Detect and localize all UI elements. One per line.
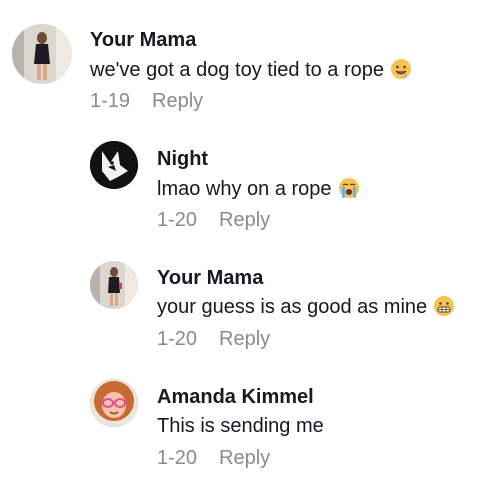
reply-button[interactable]: Reply [219,328,270,350]
reply-button[interactable]: Reply [152,90,203,112]
avatar[interactable] [90,379,138,427]
comment-author[interactable]: Your Mama [90,28,196,52]
comment-text-content: your guess is as good as mine [157,296,428,318]
avatar[interactable] [90,141,138,189]
cartoon-avatar-icon [90,379,138,427]
comment-date: 1-19 [90,90,131,112]
avatar[interactable] [12,24,72,84]
avatar-photo-icon [12,24,72,84]
comment-date: 1-20 [157,328,198,350]
comment-text-content: we've got a dog toy tied to a rope [90,59,385,81]
avatar[interactable] [90,261,138,309]
comment-text-content: lmao why on a rope [157,178,332,200]
comment-text-content: This is sending me [157,415,324,437]
comment-date: 1-20 [157,209,198,231]
comment-text: your guess is as good as mine [157,294,455,320]
comment-meta: 1-20 Reply [157,327,270,351]
loudly-crying-face-emoji-icon [338,177,360,199]
reply-item: Amanda Kimmel This is sending me 1-20 Rep… [0,360,504,490]
comment-meta: 1-20 Reply [157,446,270,470]
avatar-photo-icon [90,261,138,309]
comment-meta: 1-20 Reply [157,208,270,232]
comment-text: lmao why on a rope [157,176,360,202]
grimacing-face-emoji-icon [433,295,455,317]
reply-item: Your Mama your guess is as good as mine … [0,240,504,360]
wolf-avatar-icon [90,141,138,189]
comment-item: Your Mama we've got a dog toy tied to a … [0,0,504,120]
comment-date: 1-20 [157,447,198,469]
comment-author[interactable]: Night [157,147,208,171]
reply-button[interactable]: Reply [219,447,270,469]
comment-author[interactable]: Amanda Kimmel [157,385,314,409]
reply-item: Night lmao why on a rope 1-20 Reply [0,120,504,240]
comment-text: This is sending me [157,413,324,439]
drooling-face-emoji-icon [390,58,412,80]
comment-text: we've got a dog toy tied to a rope [90,57,412,83]
reply-button[interactable]: Reply [219,209,270,231]
comment-meta: 1-19 Reply [90,89,203,113]
comment-author[interactable]: Your Mama [157,266,263,290]
